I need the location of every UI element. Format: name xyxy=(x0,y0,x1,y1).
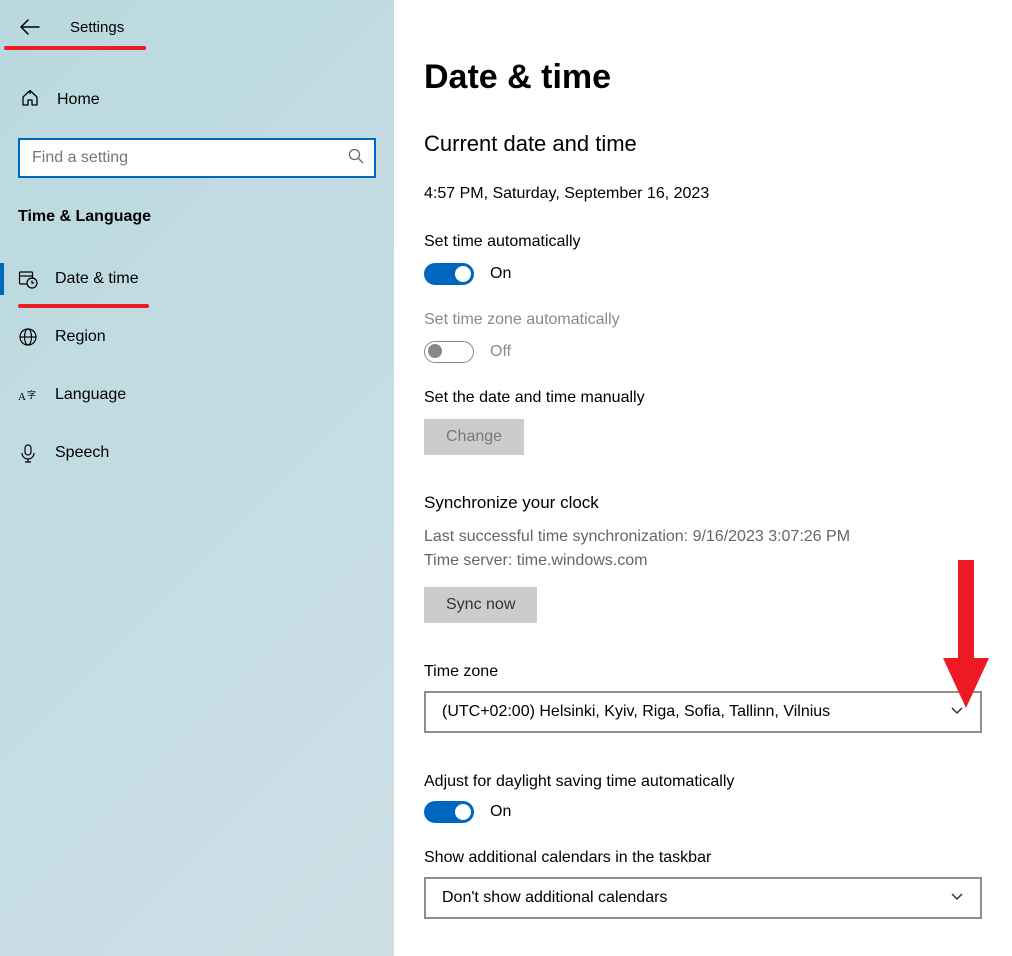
search-input[interactable] xyxy=(18,138,376,178)
back-arrow-icon[interactable] xyxy=(20,19,40,35)
settings-title: Settings xyxy=(70,19,124,36)
chevron-down-icon xyxy=(950,889,964,907)
sync-server: Time server: time.windows.com xyxy=(424,549,982,573)
sync-now-button[interactable]: Sync now xyxy=(424,587,537,623)
section-title: Current date and time xyxy=(424,131,982,157)
timezone-select[interactable]: (UTC+02:00) Helsinki, Kyiv, Riga, Sofia,… xyxy=(424,691,982,733)
sidebar-item-speech[interactable]: Speech xyxy=(0,430,394,476)
sidebar-item-label: Date & time xyxy=(55,270,139,288)
settings-sidebar: Settings Home Time & Language Date & tim… xyxy=(0,0,394,956)
globe-icon xyxy=(18,327,38,347)
dst-label: Adjust for daylight saving time automati… xyxy=(424,773,982,791)
home-icon xyxy=(20,88,40,112)
language-icon: A字 xyxy=(18,385,38,405)
svg-text:A: A xyxy=(18,391,26,403)
microphone-icon xyxy=(18,443,38,463)
auto-time-label: Set time automatically xyxy=(424,233,982,251)
timezone-value: (UTC+02:00) Helsinki, Kyiv, Riga, Sofia,… xyxy=(442,703,830,721)
manual-label: Set the date and time manually xyxy=(424,389,982,407)
chevron-down-icon xyxy=(950,703,964,721)
auto-tz-state: Off xyxy=(490,343,511,361)
change-button: Change xyxy=(424,419,524,455)
timezone-label: Time zone xyxy=(424,663,982,681)
calendars-value: Don't show additional calendars xyxy=(442,889,667,907)
sidebar-item-region[interactable]: Region xyxy=(0,314,394,360)
sidebar-item-label: Language xyxy=(55,386,126,404)
settings-main: Date & time Current date and time 4:57 P… xyxy=(394,0,1012,956)
sidebar-item-date-time[interactable]: Date & time xyxy=(0,256,394,302)
auto-time-state: On xyxy=(490,265,511,283)
dst-state: On xyxy=(490,803,511,821)
auto-time-toggle[interactable] xyxy=(424,263,474,285)
sync-title: Synchronize your clock xyxy=(424,493,982,513)
sync-last: Last successful time synchronization: 9/… xyxy=(424,525,982,549)
annotation-underline-1 xyxy=(4,46,146,50)
calendars-select[interactable]: Don't show additional calendars xyxy=(424,877,982,919)
calendar-clock-icon xyxy=(18,269,38,289)
home-label: Home xyxy=(57,91,100,109)
auto-tz-label: Set time zone automatically xyxy=(424,311,982,329)
sidebar-item-label: Speech xyxy=(55,444,109,462)
sidebar-item-language[interactable]: A字 Language xyxy=(0,372,394,418)
annotation-underline-2 xyxy=(18,304,149,308)
sidebar-item-label: Region xyxy=(55,328,106,346)
sidebar-category: Time & Language xyxy=(0,178,394,226)
dst-toggle[interactable] xyxy=(424,801,474,823)
page-title: Date & time xyxy=(424,58,982,97)
sidebar-home[interactable]: Home xyxy=(0,78,394,122)
current-datetime: 4:57 PM, Saturday, September 16, 2023 xyxy=(424,185,982,203)
calendars-label: Show additional calendars in the taskbar xyxy=(424,849,982,867)
svg-text:字: 字 xyxy=(27,389,36,400)
auto-tz-toggle xyxy=(424,341,474,363)
